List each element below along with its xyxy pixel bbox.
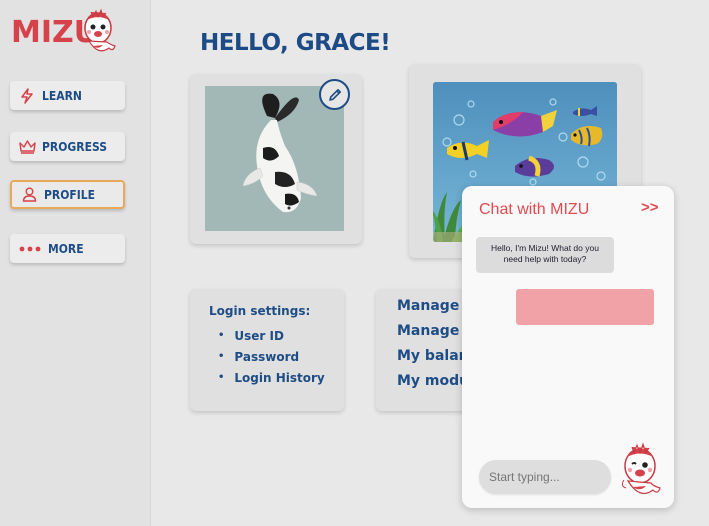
sidebar-item-label: PROGRESS (42, 139, 107, 154)
chat-panel: Chat with MIZU >> Hello, I'm Mizu! What … (462, 186, 674, 508)
login-settings-list: User ID Password Login History (218, 325, 325, 388)
login-settings-card: Login settings: User ID Password Login H… (190, 289, 344, 411)
login-item-password[interactable]: Password (218, 346, 325, 367)
lightning-icon (18, 87, 36, 105)
sidebar-item-label: MORE (48, 241, 84, 256)
user-message (516, 289, 654, 325)
sidebar-item-label: LEARN (42, 88, 82, 103)
sidebar-item-label: PROFILE (44, 187, 96, 202)
crown-icon (18, 138, 36, 156)
login-item-login-history[interactable]: Login History (218, 367, 324, 388)
login-settings-title: Login settings: (209, 304, 311, 318)
avatar (205, 86, 344, 231)
user-icon (20, 186, 38, 204)
mascot-logo-icon (84, 8, 116, 52)
dots-icon (18, 240, 42, 258)
sidebar-item-progress[interactable]: PROGRESS (10, 132, 125, 161)
chat-input[interactable] (479, 460, 611, 494)
page-title: HELLO, GRACE! (200, 30, 391, 56)
bot-message: Hello, I'm Mizu! What do you need help w… (476, 237, 614, 273)
sidebar-item-profile[interactable]: PROFILE (10, 180, 125, 209)
sidebar-item-learn[interactable]: LEARN (10, 81, 125, 110)
collapse-chat-button[interactable]: >> (641, 199, 659, 216)
sidebar: MIZU LEARN PROGRESS PROFILE MORE (0, 0, 151, 526)
edit-avatar-button[interactable] (319, 79, 350, 110)
sidebar-item-more[interactable]: MORE (10, 234, 125, 263)
pencil-icon (328, 88, 341, 101)
koi-fish-image (205, 86, 344, 231)
login-item-user-id[interactable]: User ID (218, 325, 325, 346)
mascot-icon (621, 442, 661, 495)
chat-title: Chat with MIZU (479, 201, 590, 218)
